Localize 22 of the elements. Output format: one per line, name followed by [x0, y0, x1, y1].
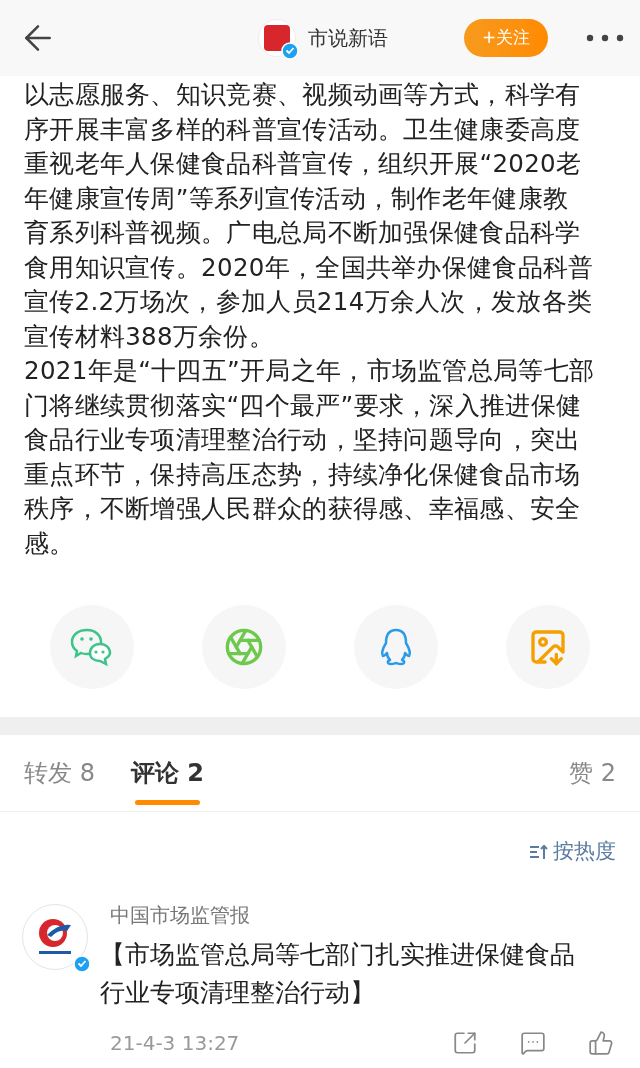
- comment-tab[interactable]: 转发 8: [24, 735, 95, 811]
- tab-underline: [134, 800, 200, 805]
- sort-button[interactable]: 按热度: [529, 836, 616, 868]
- like-icon[interactable]: [588, 1029, 614, 1056]
- comment-tab[interactable]: 赞 2: [569, 735, 616, 811]
- comment-tab[interactable]: 评论 2: [130, 735, 204, 811]
- article-paragraph: 以志愿服务、知识竞赛、视频动画等方式，科学有 序开展丰富多样的科普宣传活动。卫生健康委高度 重视老年人保健食品科普宣传，组织开展“2020老 年健康宣传周”等系列宣传活动，制作老年健康教 育系列科普视频。广电总局不断加强保健食品科学 食用知识宣传。2020年，全国共举办保健食品科普 宣传2.2万场次，参加人员214万余人次，发放各类 宣传材料388万余份。: [24, 79, 595, 353]
- share-icon[interactable]: [452, 1029, 478, 1056]
- comment-text: 【市场监管总局等七部门扎实推进保健食品 行业专项清理整治行动】: [100, 938, 576, 1009]
- aperture-icon: [224, 627, 264, 667]
- penguin-icon: [378, 627, 414, 667]
- follow-button[interactable]: +关注: [464, 19, 548, 57]
- article-paragraph: 2021年是“十四五”开局之年，市场监管总局等七部 门将继续贯彻落实“四个最严”要求，深入推进保健 食品行业专项清理整治行动，坚持问题导向，突出 重点环节，保持高压态势，持续净化保健食品市场 秩序，不断增强人民群众的获得感、幸福感、安全 感。: [24, 355, 596, 560]
- image-download-icon: [528, 627, 568, 667]
- comment-time: 21-4-3 13:27: [110, 1029, 240, 1057]
- verified-badge-icon: [281, 42, 299, 60]
- commenter-name[interactable]: 中国市场监管报: [110, 899, 618, 930]
- more-icon[interactable]: [586, 34, 624, 42]
- sort-icon: [529, 843, 549, 860]
- account-name: 市说新语: [308, 25, 388, 52]
- account-avatar[interactable]: [258, 19, 296, 57]
- comment-icon[interactable]: [520, 1029, 546, 1056]
